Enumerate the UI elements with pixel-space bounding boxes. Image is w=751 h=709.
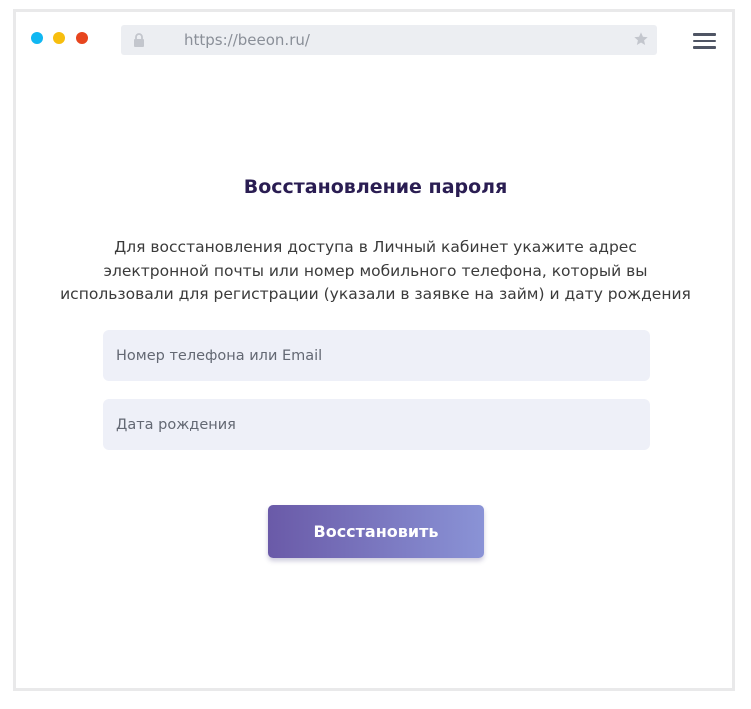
menu-icon[interactable] (693, 33, 716, 49)
phone-or-email-input[interactable] (103, 330, 650, 381)
window-dot-blue (31, 32, 43, 44)
url-text[interactable]: https://beeon.ru/ (184, 31, 310, 49)
window-dot-yellow (53, 32, 65, 44)
star-icon[interactable] (633, 31, 649, 47)
page-description: Для восстановления доступа в Личный каби… (60, 238, 691, 303)
address-bar[interactable]: https://beeon.ru/ (121, 25, 657, 55)
window-dot-red (76, 32, 88, 44)
restore-button[interactable]: Восстановить (268, 505, 484, 558)
birthdate-input[interactable] (103, 399, 650, 450)
lock-icon (134, 33, 144, 47)
page-title: Восстановление пароля (243, 176, 508, 198)
